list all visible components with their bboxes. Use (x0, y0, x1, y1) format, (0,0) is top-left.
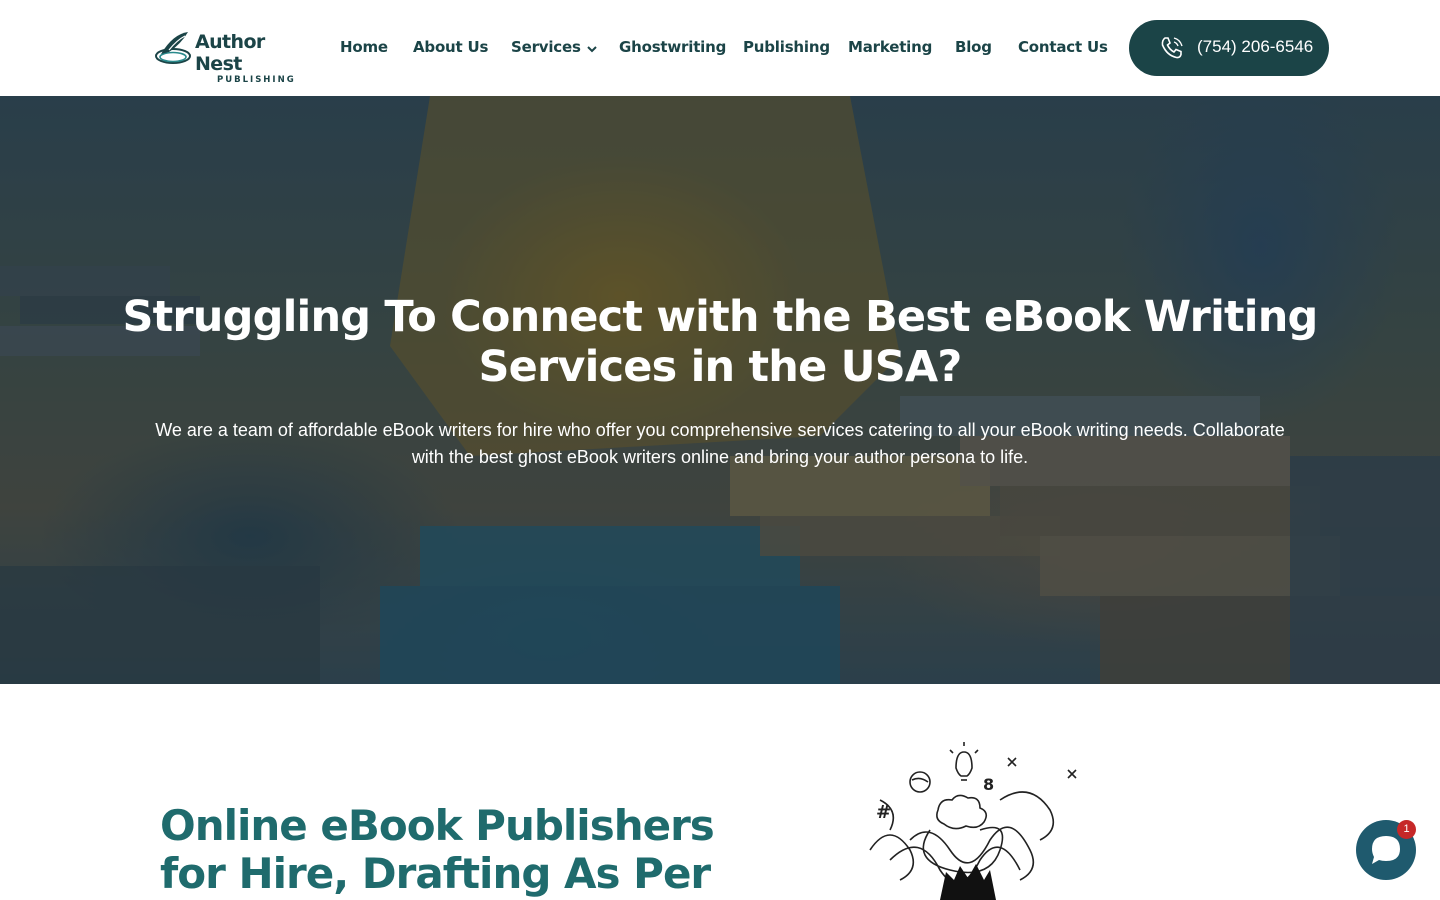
hero-title: Struggling To Connect with the Best eBoo… (122, 292, 1318, 392)
creative-brain-illustration: 8 # (850, 740, 1090, 900)
brand-logo[interactable]: Author Nest PUBLISHING (155, 28, 315, 85)
hero-subtitle: We are a team of affordable eBook writer… (155, 420, 1285, 467)
nav-marketing[interactable]: Marketing (848, 36, 932, 58)
svg-text:8: 8 (983, 775, 994, 794)
nest-logo-icon (155, 28, 195, 68)
phone-call-button[interactable]: (754) 206-6546 (1129, 20, 1329, 76)
nav-publishing[interactable]: Publishing (743, 36, 830, 58)
brand-tagline: PUBLISHING (217, 75, 296, 85)
svg-text:#: # (876, 802, 891, 823)
nav-services[interactable]: Services (511, 36, 597, 59)
section-title: Online eBook Publishers for Hire, Drafti… (160, 801, 715, 898)
nav-blog[interactable]: Blog (955, 36, 992, 58)
phone-icon (1157, 33, 1187, 63)
phone-number: (754) 206-6546 (1197, 37, 1314, 56)
hero-banner: Struggling To Connect with the Best eBoo… (0, 96, 1440, 684)
nav-contact-us[interactable]: Contact Us (1018, 36, 1108, 58)
nav-ghostwriting[interactable]: Ghostwriting (619, 36, 726, 58)
chat-notification-badge: 1 (1397, 820, 1416, 839)
nav-services-label: Services (511, 38, 581, 56)
nav-about-us[interactable]: About Us (413, 36, 488, 58)
nav-home[interactable]: Home (340, 36, 388, 58)
site-header: Author Nest PUBLISHING Home About Us Ser… (0, 0, 1440, 96)
brand-name: Author Nest (195, 31, 265, 75)
chevron-down-icon (586, 37, 597, 59)
